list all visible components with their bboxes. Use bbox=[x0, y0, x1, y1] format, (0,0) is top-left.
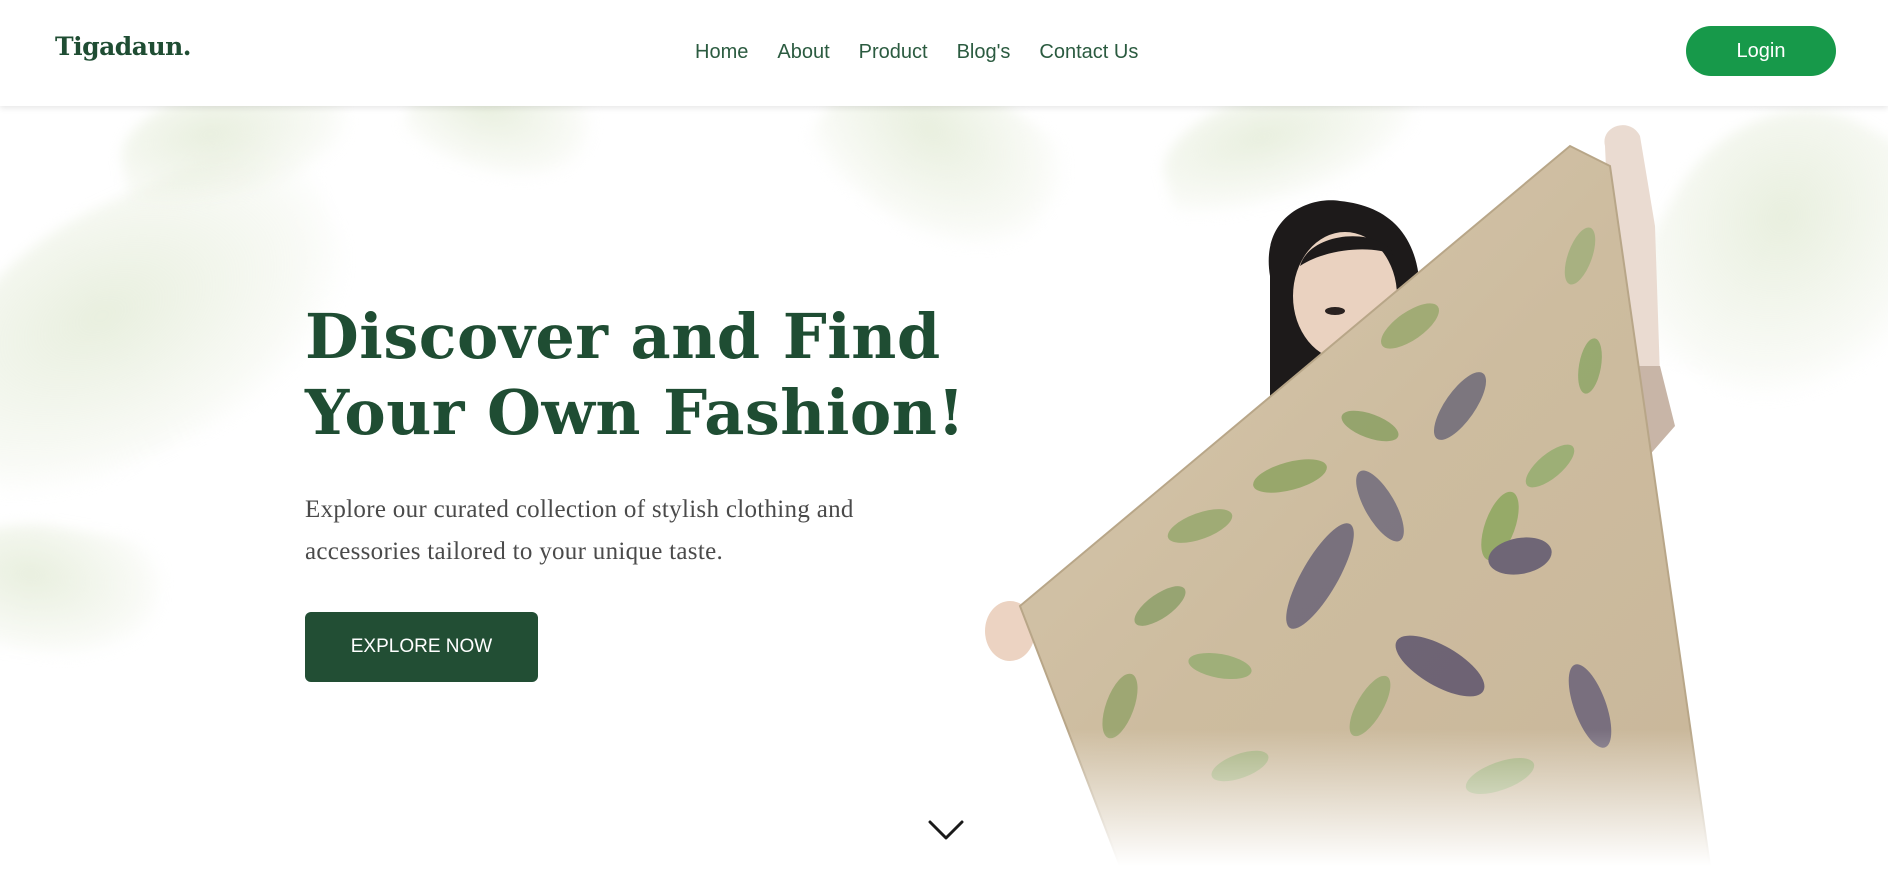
site-header: Tigadaun. Home About Product Blog's Cont… bbox=[0, 0, 1888, 106]
chevron-down-icon[interactable] bbox=[928, 818, 964, 842]
hero-image bbox=[940, 106, 1740, 866]
nav-contact-us[interactable]: Contact Us bbox=[1039, 38, 1138, 66]
main-nav: Home About Product Blog's Contact Us bbox=[695, 38, 1167, 66]
nav-about[interactable]: About bbox=[777, 38, 829, 66]
hero-section: Discover and Find Your Own Fashion! Expl… bbox=[0, 106, 1888, 885]
leaf-decoration bbox=[0, 507, 170, 675]
login-button[interactable]: Login bbox=[1686, 26, 1836, 76]
nav-product[interactable]: Product bbox=[859, 38, 928, 66]
hero-subtext: Explore our curated collection of stylis… bbox=[305, 496, 854, 565]
hero-headline: Discover and Find Your Own Fashion! bbox=[305, 300, 966, 449]
nav-blogs[interactable]: Blog's bbox=[957, 38, 1011, 66]
logo[interactable]: Tigadaun. bbox=[55, 32, 192, 61]
explore-now-button[interactable]: EXPLORE NOW bbox=[305, 612, 538, 682]
leaf-decoration bbox=[396, 106, 604, 204]
nav-home[interactable]: Home bbox=[695, 38, 748, 66]
